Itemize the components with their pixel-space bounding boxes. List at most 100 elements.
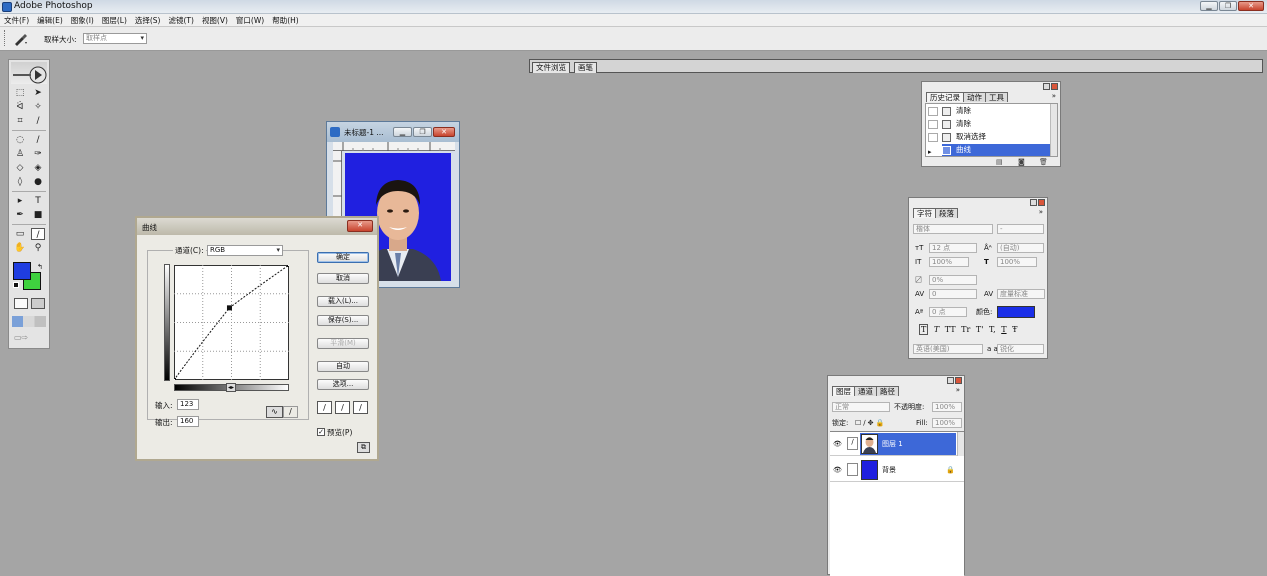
tab-layers[interactable]: 图层 (832, 386, 855, 396)
options-grip[interactable] (4, 30, 6, 46)
sample-size-select[interactable]: 取样点 (83, 33, 147, 44)
channel-select[interactable]: RGB (207, 245, 283, 256)
visibility-eye-icon[interactable]: 👁 (833, 465, 842, 475)
default-colors-icon[interactable] (13, 282, 19, 288)
new-snapshot-icon[interactable]: ◙ (1018, 158, 1025, 166)
hand-tool-icon[interactable]: ✋ (13, 242, 27, 254)
blend-mode-select[interactable]: 正常 (832, 402, 890, 412)
tab-tools[interactable]: 工具 (985, 92, 1008, 102)
link-slot[interactable] (847, 463, 858, 476)
snapshot-checkbox[interactable] (928, 132, 938, 142)
palette-minimize-icon[interactable] (947, 377, 954, 384)
tab-channels[interactable]: 通道 (854, 386, 877, 396)
zoom-tool-icon[interactable]: ⚲ (31, 242, 45, 254)
path-select-tool-icon[interactable]: ▸ (13, 195, 27, 207)
healing-brush-icon[interactable]: ◌ (13, 134, 27, 146)
menu-edit[interactable]: 编辑(E) (33, 14, 67, 27)
menu-view[interactable]: 视图(V) (198, 14, 232, 27)
curve-point[interactable] (287, 265, 290, 267)
slice-tool-icon[interactable]: ∕ (31, 115, 45, 127)
baseline-shift-field[interactable]: 0 点 (929, 307, 967, 317)
font-size-field[interactable]: 12 点 (929, 243, 977, 253)
history-item[interactable]: 取消选择 (926, 131, 1051, 143)
palette-minimize-icon[interactable] (1030, 199, 1037, 206)
tab-brushes[interactable]: 画笔 (574, 62, 597, 73)
tab-history[interactable]: 历史记录 (926, 92, 964, 102)
snapshot-checkbox[interactable] (928, 106, 938, 116)
move-tool-icon[interactable]: ➤ (31, 87, 45, 99)
adobe-online-icon[interactable] (11, 62, 47, 84)
blur-tool-icon[interactable]: ◊ (13, 176, 27, 188)
tab-character[interactable]: 字符 (913, 208, 936, 218)
tracking-select[interactable]: 度量标准 (997, 289, 1045, 299)
history-item[interactable]: 清除 (926, 118, 1051, 130)
stamp-tool-icon[interactable]: ♙ (13, 148, 27, 160)
eraser-tool-icon[interactable]: ◇ (13, 162, 27, 174)
subscript-button[interactable]: T, (989, 325, 996, 334)
palette-menu-icon[interactable]: » (1039, 208, 1043, 216)
menu-filter[interactable]: 滤镜(T) (165, 14, 198, 27)
font-style-select[interactable]: - (997, 224, 1044, 234)
history-item[interactable]: 清除 (926, 105, 1051, 117)
menu-file[interactable]: 文件(F) (0, 14, 33, 27)
history-brush-source-icon[interactable]: ▸ (928, 146, 938, 156)
all-caps-button[interactable]: TT (945, 325, 956, 334)
type-tool-icon[interactable]: T (31, 195, 45, 207)
tab-paths[interactable]: 路径 (876, 386, 899, 396)
output-value-field[interactable]: 160 (177, 416, 199, 427)
pencil-mode-icon[interactable]: ∕ (283, 406, 298, 418)
options-button[interactable]: 选项... (317, 379, 369, 390)
opacity-field[interactable]: 100% (932, 402, 962, 412)
language-select[interactable]: 英语(美国) (913, 344, 983, 354)
lock-icons[interactable]: ☐∕✥🔒 (855, 418, 886, 428)
expand-dialog-icon[interactable]: ⧉ (357, 442, 370, 453)
lasso-tool-icon[interactable]: ᐛ (13, 101, 27, 113)
curves-titlebar[interactable]: 曲线 ✕ (137, 218, 377, 235)
bucket-tool-icon[interactable]: ◈ (31, 162, 45, 174)
tab-file-browser[interactable]: 文件浏览 (532, 62, 570, 73)
visibility-eye-icon[interactable]: 👁 (833, 439, 842, 449)
curve-point[interactable] (174, 378, 176, 381)
gradient-swap-icon[interactable]: ◂▸ (226, 383, 236, 392)
swap-colors-icon[interactable]: ↰ (37, 263, 43, 271)
anti-alias-select[interactable]: 锐化 (997, 344, 1044, 354)
menu-image[interactable]: 图象(I) (67, 14, 98, 27)
faux-italic-button[interactable]: T (934, 325, 939, 334)
curve-mode-icon[interactable]: ∿ (266, 406, 283, 418)
delete-state-icon[interactable]: 🗑 (1039, 158, 1048, 166)
auto-button[interactable]: 自动 (317, 361, 369, 372)
curves-close-button[interactable]: ✕ (347, 220, 373, 232)
snapshot-checkbox[interactable] (928, 119, 938, 129)
crop-tool-icon[interactable]: ⌗ (13, 115, 27, 127)
black-point-eyedropper-icon[interactable]: ∕ (317, 401, 332, 414)
text-color-swatch[interactable] (997, 306, 1035, 318)
menu-select[interactable]: 选择(S) (131, 14, 165, 27)
palette-close-icon[interactable] (955, 377, 962, 384)
curve-graph[interactable] (174, 265, 289, 380)
font-family-select[interactable]: 楷体 (913, 224, 993, 234)
tsume-field[interactable]: 0% (929, 275, 977, 285)
brush-link-icon[interactable]: ∕ (847, 437, 858, 450)
load-button[interactable]: 载入(L)... (317, 296, 369, 307)
cancel-button[interactable]: 取消 (317, 273, 369, 284)
palette-menu-icon[interactable]: » (1052, 92, 1056, 100)
shape-tool-icon[interactable]: ■ (31, 209, 45, 221)
tab-paragraph[interactable]: 段落 (935, 208, 958, 218)
palette-close-icon[interactable] (1051, 83, 1058, 90)
input-value-field[interactable]: 123 (177, 399, 199, 410)
eyedropper-active-icon[interactable]: ∕ (31, 228, 45, 240)
menu-window[interactable]: 窗口(W) (232, 14, 268, 27)
doc-restore-button[interactable]: ❐ (413, 127, 432, 137)
menu-layer[interactable]: 图层(L) (98, 14, 131, 27)
marquee-tool-icon[interactable]: ⬚ (13, 87, 27, 99)
ok-button[interactable]: 确定 (317, 252, 369, 263)
curve-point[interactable] (226, 305, 232, 311)
strikethrough-button[interactable]: Ŧ (1012, 325, 1017, 334)
white-point-eyedropper-icon[interactable]: ∕ (353, 401, 368, 414)
palette-close-icon[interactable] (1038, 199, 1045, 206)
history-brush-icon[interactable]: ✑ (31, 148, 45, 160)
fill-field[interactable]: 100% (932, 418, 962, 428)
minimize-button[interactable]: ▁ (1200, 1, 1218, 11)
notes-tool-icon[interactable]: ▭ (13, 228, 27, 240)
quick-mask-icon[interactable] (31, 298, 45, 309)
